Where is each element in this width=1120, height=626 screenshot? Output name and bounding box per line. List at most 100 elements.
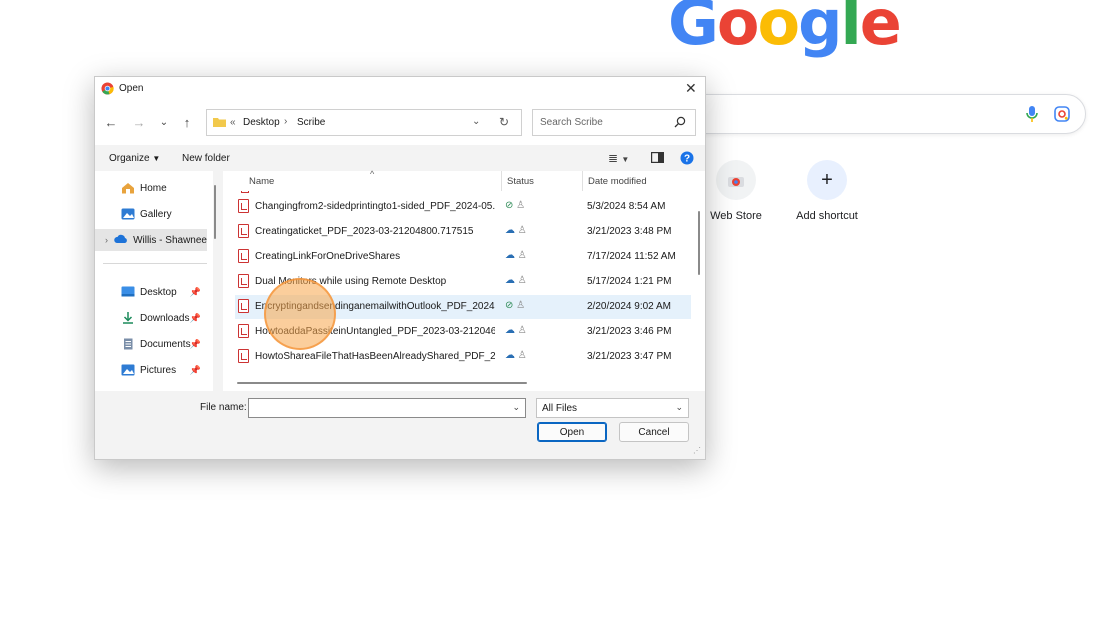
- navigation-pane: Home Gallery › Willis - Shawnee Desktop …: [95, 171, 216, 391]
- folder-icon: [213, 117, 226, 130]
- cancel-button[interactable]: Cancel: [619, 422, 689, 442]
- cloud-status-icon: ☁ ♙: [505, 250, 527, 261]
- breadcrumb-scribe[interactable]: Scribe: [297, 117, 325, 128]
- breadcrumb-overflow[interactable]: «: [230, 117, 236, 128]
- dialog-title: Open: [119, 83, 144, 94]
- shortcut-label: Add shortcut: [796, 210, 858, 222]
- file-date: 5/17/2024 1:21 PM: [587, 276, 672, 287]
- nav-item-pictures[interactable]: Pictures 📌: [95, 359, 207, 381]
- desktop-folder-icon: [121, 286, 135, 298]
- microphone-icon[interactable]: [1025, 105, 1039, 126]
- file-date: 3/21/2023 3:48 PM: [587, 226, 672, 237]
- nav-item-label: Home: [140, 182, 167, 194]
- open-button[interactable]: Open: [537, 422, 607, 442]
- nav-item-documents[interactable]: Documents 📌: [95, 333, 207, 355]
- column-header-name[interactable]: Name: [249, 171, 274, 191]
- plus-icon: +: [807, 160, 847, 200]
- organize-label: Organize: [109, 153, 150, 164]
- pdf-file-icon: [238, 224, 249, 238]
- nav-item-home[interactable]: Home: [95, 177, 207, 199]
- nav-item-label: Gallery: [140, 208, 172, 220]
- file-date: 3/21/2023 3:46 PM: [587, 326, 672, 337]
- resize-grip-icon[interactable]: ⋰: [693, 446, 701, 455]
- file-type-select[interactable]: All Files ⌄: [536, 398, 689, 418]
- nav-item-onedrive[interactable]: › Willis - Shawnee: [95, 229, 207, 251]
- pin-icon: 📌: [189, 339, 201, 349]
- shortcut-label: Web Store: [710, 210, 762, 222]
- preview-pane-icon[interactable]: [651, 152, 665, 166]
- nav-item-label: Documents: [140, 338, 191, 350]
- pin-icon: 📌: [189, 313, 201, 323]
- file-name-input[interactable]: ⌄: [248, 398, 526, 418]
- dialog-toolbar: Organize ▼ New folder ≣ ▼ ?: [95, 145, 705, 171]
- file-row[interactable]: Creatingaticket_PDF_2023-03-21204800.717…: [235, 220, 691, 244]
- cloud-status-icon: ☁ ♙: [505, 350, 527, 361]
- pdf-file-icon: [238, 299, 249, 313]
- column-header-date-modified[interactable]: Date modified: [588, 171, 647, 191]
- synced-status-icon: ⊘ ♙: [505, 300, 526, 311]
- breadcrumb-desktop[interactable]: Desktop: [243, 117, 280, 128]
- breadcrumb-separator-icon: ›: [284, 116, 288, 127]
- svg-text:?: ?: [684, 154, 690, 165]
- new-folder-button[interactable]: New folder: [182, 153, 230, 164]
- search-input[interactable]: Search Scribe: [532, 109, 696, 136]
- shortcut-web-store[interactable]: Web Store: [696, 160, 776, 222]
- google-lens-icon[interactable]: [1054, 106, 1070, 125]
- column-divider: [582, 171, 583, 191]
- dropdown-arrow-icon: ▼: [152, 154, 161, 163]
- file-name: Changingfrom2-sidedprintingto1-sided_PDF…: [255, 201, 495, 212]
- refresh-icon[interactable]: ↻: [499, 115, 509, 129]
- nav-item-label: Downloads: [140, 312, 190, 324]
- close-icon[interactable]: ✕: [685, 80, 697, 97]
- pictures-icon: [121, 364, 135, 376]
- up-arrow-icon[interactable]: ↑: [179, 114, 195, 130]
- logo-letter: o: [757, 0, 801, 59]
- home-icon: [121, 182, 135, 194]
- cloud-status-icon: ☁ ♙: [505, 225, 527, 236]
- expand-chevron-icon[interactable]: ›: [105, 235, 114, 245]
- dialog-titlebar: Open ✕: [95, 77, 705, 101]
- file-type-value: All Files: [542, 402, 578, 414]
- search-icon: [674, 116, 686, 131]
- organize-button[interactable]: Organize ▼: [109, 153, 160, 164]
- pdf-file-icon: [238, 199, 249, 213]
- onedrive-cloud-icon: [114, 234, 128, 246]
- file-date: 2/20/2024 9:02 AM: [587, 301, 671, 312]
- sort-ascending-icon[interactable]: ^: [370, 169, 374, 179]
- nav-item-desktop[interactable]: Desktop 📌: [95, 281, 207, 303]
- recent-locations-chevron-icon[interactable]: ⌄: [157, 114, 171, 130]
- view-options-icon[interactable]: ≣ ▼: [608, 151, 629, 165]
- help-icon[interactable]: ?: [680, 151, 694, 168]
- file-name-dropdown-chevron-icon[interactable]: ⌄: [512, 402, 520, 413]
- nav-item-label: Pictures: [140, 364, 177, 376]
- click-highlight: [264, 278, 336, 350]
- nav-item-label: Desktop: [140, 286, 177, 298]
- chrome-icon: [101, 82, 114, 98]
- logo-letter: l: [840, 0, 862, 59]
- pdf-file-icon: [238, 349, 249, 363]
- file-type-chevron-icon: ⌄: [675, 402, 683, 412]
- address-dropdown-chevron-icon[interactable]: ⌄: [472, 116, 480, 127]
- google-search-bar[interactable]: [640, 94, 1086, 134]
- nav-divider: [103, 263, 207, 264]
- horizontal-scrollbar[interactable]: [237, 382, 527, 384]
- nav-scrollbar[interactable]: [214, 185, 216, 239]
- gallery-icon: [121, 208, 135, 220]
- back-arrow-icon[interactable]: ←: [103, 114, 119, 130]
- file-row[interactable]: Changingfrom2-sidedprintingto1-sided_PDF…: [235, 195, 691, 219]
- google-logo: Google: [668, 0, 902, 59]
- nav-item-gallery[interactable]: Gallery: [95, 203, 207, 225]
- address-bar[interactable]: « Desktop › Scribe ⌄ ↻: [206, 109, 522, 136]
- forward-arrow-icon[interactable]: →: [131, 114, 147, 130]
- column-header-status[interactable]: Status: [507, 171, 534, 191]
- nav-item-downloads[interactable]: Downloads 📌: [95, 307, 207, 329]
- logo-letter: g: [798, 0, 842, 59]
- file-row[interactable]: CreatingLinkForOneDriveShares ☁ ♙ 7/17/2…: [235, 245, 691, 269]
- chrome-web-store-icon: [716, 160, 756, 200]
- nav-item-label: Willis - Shawnee: [133, 234, 207, 246]
- cloud-status-icon: ☁ ♙: [505, 275, 527, 286]
- logo-letter: G: [668, 0, 719, 59]
- shortcut-add[interactable]: + Add shortcut: [787, 160, 867, 222]
- file-name: CreatingLinkForOneDriveShares: [255, 251, 401, 262]
- vertical-scrollbar[interactable]: [698, 211, 700, 275]
